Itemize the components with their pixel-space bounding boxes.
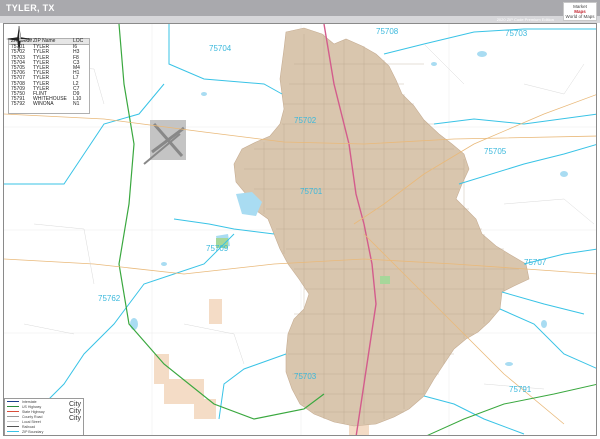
legend-label: County Line [22,435,41,436]
map-title: TYLER, TX [6,3,55,13]
edition-bar: 2020 ZIP Code Premium Edition [0,16,600,23]
legend-label: ZIP Boundary [22,429,44,434]
legend-label: Local Street [22,419,41,424]
zip-label-75791: 75791 [509,385,532,394]
legend-swatch [7,400,19,403]
zip-label-75709: 75709 [206,244,229,253]
legend-label: Interstate [22,399,37,404]
legend-swatch [7,425,19,428]
title-bar: TYLER, TX [0,0,600,16]
legend-swatch [7,415,19,418]
zip-loc-cell: N1 [73,101,80,108]
zip-table-body: 75701 TYLER I6 75702 TYLER H3 75703 TYLER F8 7570… [9,44,89,107]
legend-swatch [7,420,19,423]
legend-swatch [7,430,19,433]
zip-code-cell: 75792 [11,101,25,108]
legend-swatch [7,405,19,408]
legend-swatch [7,410,19,413]
city-limits-area [233,27,530,427]
zip-label-75708: 75708 [376,27,399,36]
logo-line-3: World of Maps [565,14,595,19]
legend-row: County Line [5,434,83,436]
legend-label: State Highway [22,409,45,414]
zip-table-row: 75792 WINONA N1 [9,102,89,107]
edition-label: 2020 ZIP Code Premium Edition [496,17,554,22]
legend-label: County Road [22,414,43,419]
zip-label-75702: 75702 [294,116,317,125]
zip-label-75701: 75701 [300,187,323,196]
zip-label-75705: 75705 [484,147,507,156]
legend-city-sample: City City City [68,401,81,422]
legend-label: Railroad [22,424,36,429]
zip-label-75703-top: 75703 [505,29,528,38]
zip-label-75703: 75703 [294,372,317,381]
compass-rose-icon [6,25,33,52]
legend-label: US Highway [22,404,42,409]
zip-label-75762: 75762 [98,294,121,303]
zip-name-cell: WINONA [33,101,54,108]
publisher-logo: Market Maps World of Maps [563,2,597,21]
map-canvas[interactable]: 75708 75703 75704 75702 75705 75701 75709 75707… [3,23,597,436]
zip-label-75704: 75704 [209,44,232,53]
map-legend: Interstate US Highway State Highway County … [4,398,84,436]
zip-label-75707: 75707 [524,258,547,267]
